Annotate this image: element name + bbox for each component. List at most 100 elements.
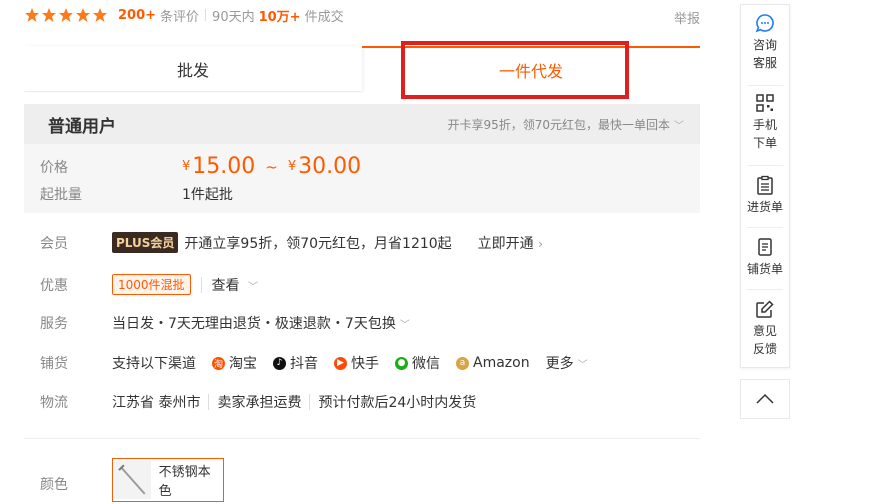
sold-count: 10万+: [258, 9, 301, 25]
mobile-order-button[interactable]: 手机下单: [741, 93, 789, 152]
star-icon: [25, 8, 39, 22]
amazon-icon: a: [456, 356, 469, 370]
color-option-label: 不锈钢本色: [158, 465, 211, 499]
star-icon: [93, 8, 107, 22]
purchase-list-label: 进货单: [746, 200, 783, 214]
price-row: 价格 ¥ 15.00 ~ ¥ 30.00: [40, 154, 361, 179]
chat-bubble-icon: [755, 14, 774, 33]
color-row: 颜色: [40, 474, 112, 494]
plus-member-badge: PLUS会员: [112, 232, 179, 253]
listing-list-label: 铺货单: [746, 262, 783, 276]
currency-symbol: ¥: [287, 159, 297, 174]
star-rating: [24, 7, 108, 23]
purchase-mode-tabs: 批发 一件代发: [24, 46, 700, 92]
report-link[interactable]: 举报: [674, 8, 700, 27]
channel-wechat[interactable]: ● 微信: [395, 353, 440, 373]
tab-wholesale[interactable]: 批发: [24, 46, 362, 92]
douyin-icon: ♪: [273, 356, 286, 370]
feedback-button[interactable]: 意见反馈: [741, 299, 789, 358]
rating-summary: 200+ 条评价 90天内 10万+ 件成交: [24, 4, 344, 26]
channels-label: 铺货: [40, 356, 68, 372]
divider: [309, 394, 311, 410]
color-label: 颜色: [40, 477, 68, 493]
section-divider: [24, 438, 700, 439]
color-option[interactable]: 不锈钢本色: [112, 458, 224, 502]
period-label: 90天内: [212, 9, 255, 25]
card-offer-link[interactable]: 开卡享95折，领70元红包，最快一单回本 ﹀: [447, 116, 684, 133]
customer-service-label: 咨询客服: [752, 38, 777, 70]
service-text[interactable]: 当日发・7天无理由退货・极速退款・7天包换: [112, 313, 396, 333]
moq-label: 起批量: [40, 187, 82, 203]
moq-row: 起批量 1件起批: [40, 184, 233, 204]
discount-label: 优惠: [40, 277, 68, 294]
chevron-down-icon: ﹀: [248, 281, 258, 293]
divider: [200, 276, 202, 293]
channel-name: 快手: [351, 356, 379, 372]
channel-kuaishou[interactable]: ▶ 快手: [334, 353, 379, 373]
service-row: 服务 当日发・7天无理由退货・极速退款・7天包换 ﹀: [40, 313, 410, 333]
view-discount-label: 查看: [211, 277, 240, 294]
channel-amazon[interactable]: a Amazon: [456, 355, 530, 371]
channel-name: Amazon: [473, 355, 530, 371]
price-label: 价格: [40, 159, 68, 176]
document-icon: [758, 238, 772, 256]
member-row: 会员 PLUS会员 开通立享95折，领70元红包，月省1210起 立即开通 ›: [40, 232, 543, 253]
channel-douyin[interactable]: ♪ 抖音: [273, 353, 318, 373]
price-panel-header: 普通用户 开卡享95折，领70元红包，最快一单回本 ﹀: [24, 104, 700, 144]
price-separator: ~: [265, 157, 278, 176]
wechat-icon: ●: [395, 356, 408, 370]
open-membership-label: 立即开通: [477, 235, 534, 252]
floating-sidebar: 咨询客服 手机下单 进货单 铺货单 意见反馈: [740, 4, 790, 368]
product-thumbnail: [115, 461, 151, 499]
logistics-label: 物流: [40, 395, 68, 411]
listing-list-button[interactable]: 铺货单: [741, 237, 789, 278]
purchase-list-button[interactable]: 进货单: [741, 175, 789, 216]
divider: [747, 289, 783, 290]
more-channels-button[interactable]: 更多 ﹀: [546, 353, 588, 373]
sold-label: 件成交: [304, 9, 344, 25]
divider: [747, 227, 783, 228]
chevron-down-icon[interactable]: ﹀: [400, 316, 410, 331]
customer-service-button[interactable]: 咨询客服: [741, 13, 789, 72]
chevron-down-icon: ﹀: [577, 359, 588, 371]
review-label[interactable]: 条评价: [160, 6, 199, 25]
edit-icon: [756, 300, 774, 318]
price-panel: 普通用户 开卡享95折，领70元红包，最快一单回本 ﹀ 价格 ¥ 15.00 ~ …: [24, 104, 700, 213]
price-min: 15.00: [192, 154, 256, 179]
price-max: 30.00: [298, 154, 362, 179]
star-icon: [76, 8, 90, 22]
taobao-icon: 淘: [212, 356, 225, 370]
open-membership-link[interactable]: 立即开通 ›: [478, 233, 543, 253]
divider: [208, 394, 210, 410]
chevron-down-icon: ﹀: [674, 120, 684, 132]
logistics-row: 物流 江苏省 泰州市 卖家承担运费 预计付款后24小时内发货: [40, 392, 476, 412]
divider: [747, 165, 783, 166]
tab-dropship[interactable]: 一件代发: [362, 46, 700, 92]
more-channels-label: 更多: [545, 356, 574, 372]
divider: [747, 85, 783, 86]
member-offer-text: 开通立享95折，领70元红包，月省1210起: [184, 235, 452, 252]
view-discount-link[interactable]: 查看 ﹀: [212, 275, 258, 295]
user-type: 普通用户: [48, 116, 116, 137]
review-count[interactable]: 200+: [118, 8, 156, 23]
channel-taobao[interactable]: 淘淘宝: [212, 353, 257, 373]
clipboard-icon: [757, 175, 773, 195]
shipping-fee: 卖家承担运费: [217, 395, 302, 411]
back-to-top-button[interactable]: [740, 379, 790, 419]
feedback-label: 意见反馈: [752, 324, 777, 356]
moq-value: 1件起批: [182, 187, 233, 203]
divider: [205, 9, 207, 21]
qr-code-icon: [756, 94, 774, 112]
dispatch-time: 预计付款后24小时内发货: [318, 395, 477, 411]
chevron-right-icon: ›: [538, 236, 543, 251]
member-label: 会员: [40, 235, 68, 252]
card-offer-text: 开卡享95折，领70元红包，最快一单回本: [447, 117, 670, 132]
mobile-order-label: 手机下单: [752, 118, 777, 150]
channels-row: 铺货 支持以下渠道 淘淘宝 ♪ 抖音 ▶ 快手 ● 微信 a Amazon 更多 ﹀: [40, 353, 604, 373]
discount-row: 优惠 1000件混批 查看 ﹀: [40, 274, 258, 295]
channel-name: 淘宝: [229, 356, 257, 372]
star-icon: [42, 8, 56, 22]
chevron-up-icon: [756, 393, 774, 404]
channel-name: 抖音: [290, 356, 318, 372]
star-icon: [59, 8, 73, 22]
